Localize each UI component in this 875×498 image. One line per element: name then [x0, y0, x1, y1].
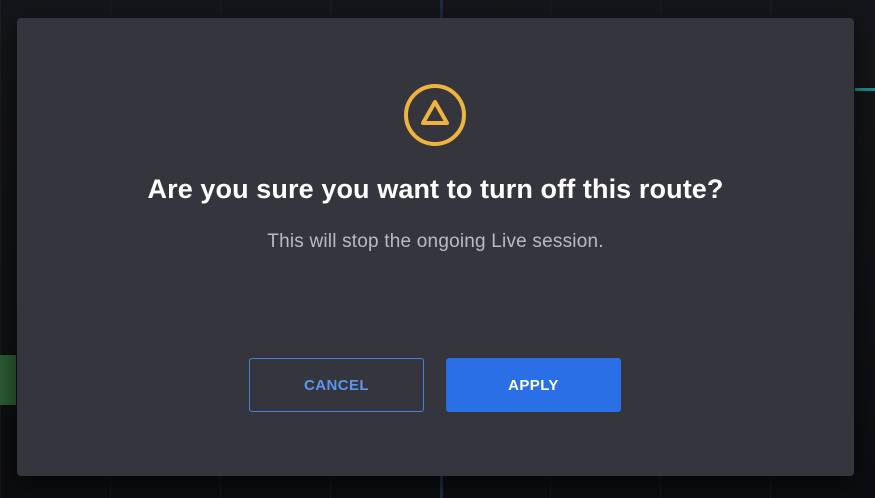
background-panel-accent — [855, 88, 875, 91]
warning-triangle-icon — [404, 84, 466, 146]
apply-button[interactable]: APPLY — [446, 358, 621, 412]
confirmation-dialog: Are you sure you want to turn off this r… — [17, 18, 854, 476]
cancel-button[interactable]: CANCEL — [249, 358, 424, 412]
dialog-message: This will stop the ongoing Live session. — [267, 231, 604, 252]
dialog-title: Are you sure you want to turn off this r… — [147, 174, 724, 204]
background-panel-accent — [0, 355, 16, 405]
